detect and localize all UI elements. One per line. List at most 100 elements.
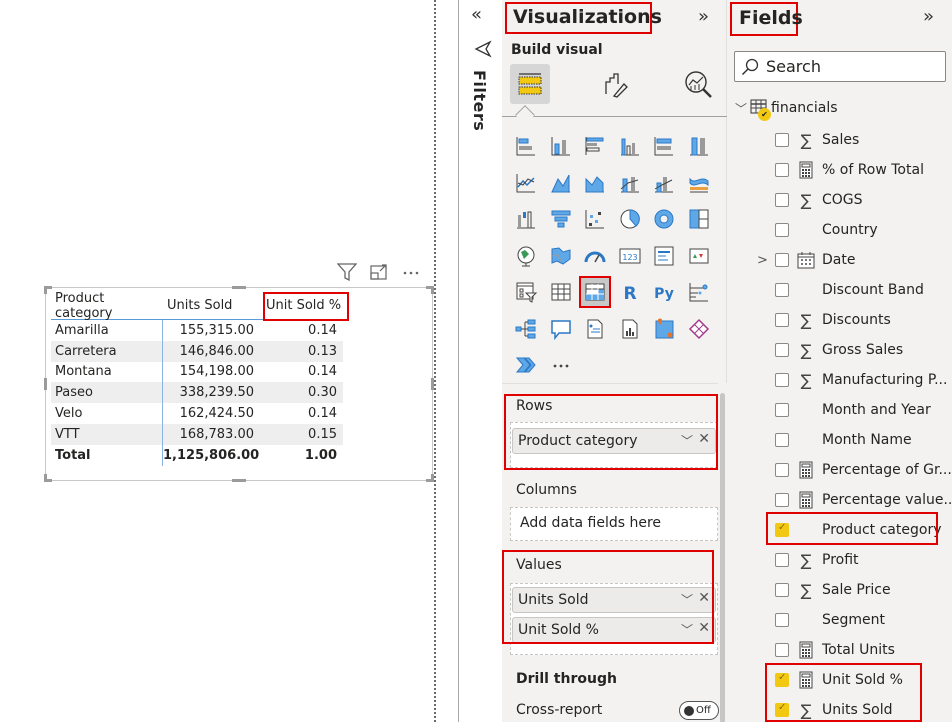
field-checkbox[interactable]: [775, 702, 789, 717]
field-checkbox[interactable]: [775, 313, 789, 327]
funnel-chart-icon[interactable]: [546, 204, 576, 234]
filled-map-icon[interactable]: [546, 241, 576, 271]
field-checkbox[interactable]: [775, 283, 789, 297]
filters-pane-collapsed[interactable]: « Filters: [460, 0, 502, 722]
filter-icon[interactable]: [336, 262, 358, 282]
more-options-icon[interactable]: [400, 262, 422, 282]
field-item[interactable]: ∑ Units Sold: [727, 695, 952, 722]
field-checkbox[interactable]: [775, 433, 789, 447]
field-item[interactable]: Month and Year: [727, 395, 952, 425]
column-header-units-sold[interactable]: Units Sold: [163, 298, 258, 313]
power-automate-icon[interactable]: [511, 350, 541, 380]
donut-chart-icon[interactable]: [649, 204, 679, 234]
field-checkbox[interactable]: [775, 643, 789, 657]
resize-handle[interactable]: [44, 378, 47, 390]
field-checkbox[interactable]: [775, 463, 789, 477]
100pct-stacked-column-chart-icon[interactable]: [684, 131, 714, 161]
filters-label[interactable]: Filters: [470, 70, 489, 131]
field-checkbox[interactable]: [775, 223, 789, 237]
line-and-clustered-column-chart-icon[interactable]: [649, 168, 679, 198]
smart-narrative-icon[interactable]: [580, 314, 610, 344]
chevron-down-icon[interactable]: ﹀: [681, 432, 693, 449]
slicer-icon[interactable]: [511, 277, 541, 307]
field-item[interactable]: ∑ Gross Sales: [727, 335, 952, 365]
python-visual-icon[interactable]: Py: [649, 277, 679, 307]
field-item[interactable]: > Date: [727, 245, 952, 275]
field-checkbox[interactable]: [775, 613, 789, 627]
remove-field-icon[interactable]: ✕: [698, 620, 710, 636]
table-row[interactable]: Montana 154,198.00 0.14: [51, 361, 343, 383]
paginated-report-icon[interactable]: [615, 314, 645, 344]
field-checkbox[interactable]: [775, 493, 789, 507]
format-visual-tab[interactable]: [596, 64, 636, 104]
clustered-bar-chart-icon[interactable]: [580, 131, 610, 161]
column-header-product-category[interactable]: Product category: [51, 291, 163, 321]
field-checkbox[interactable]: [775, 583, 789, 597]
field-item[interactable]: ∑ Sales: [727, 125, 952, 155]
field-item[interactable]: ∑ Discounts: [727, 305, 952, 335]
field-item[interactable]: Percentage value...: [727, 485, 952, 515]
report-canvas[interactable]: Product category Units Sold Unit Sold % …: [0, 0, 435, 722]
field-checkbox[interactable]: [775, 403, 789, 417]
scatter-chart-icon[interactable]: [580, 204, 610, 234]
focus-mode-icon[interactable]: [368, 262, 390, 282]
remove-field-icon[interactable]: ✕: [698, 431, 710, 447]
table-row[interactable]: Carretera 146,846.00 0.13: [51, 340, 343, 362]
stacked-bar-chart-icon[interactable]: [511, 131, 541, 161]
column-header-unit-sold-pct[interactable]: Unit Sold %: [258, 298, 343, 313]
resize-handle[interactable]: [44, 474, 47, 482]
table-row[interactable]: VTT 168,783.00 0.15: [51, 423, 343, 445]
field-item[interactable]: ∑ Sale Price: [727, 575, 952, 605]
power-apps-icon[interactable]: [684, 314, 714, 344]
chevron-down-icon[interactable]: ﹀: [735, 100, 747, 117]
field-item[interactable]: Product category: [727, 515, 952, 545]
field-checkbox[interactable]: [775, 163, 789, 177]
collapse-visualizations-icon[interactable]: »: [698, 6, 709, 27]
resize-handle[interactable]: [44, 286, 47, 294]
resize-handle[interactable]: [232, 286, 246, 289]
field-item[interactable]: ∑ Profit: [727, 545, 952, 575]
field-checkbox[interactable]: [775, 553, 789, 567]
resize-handle[interactable]: [232, 479, 246, 482]
rows-field-pill[interactable]: Product category ﹀ ✕: [512, 428, 716, 454]
table-node-financials[interactable]: ﹀ ✔ financials: [735, 99, 838, 121]
treemap-icon[interactable]: [684, 204, 714, 234]
100pct-stacked-bar-chart-icon[interactable]: [649, 131, 679, 161]
remove-field-icon[interactable]: ✕: [698, 590, 710, 606]
table-row[interactable]: Velo 162,424.50 0.14: [51, 403, 343, 424]
cross-report-toggle[interactable]: Off: [679, 701, 719, 720]
r-script-visual-icon[interactable]: R: [615, 277, 645, 307]
field-item[interactable]: Month Name: [727, 425, 952, 455]
field-item[interactable]: Total Units: [727, 635, 952, 665]
field-checkbox[interactable]: [775, 672, 789, 687]
field-item[interactable]: Percentage of Gr...: [727, 455, 952, 485]
line-and-stacked-column-chart-icon[interactable]: [615, 168, 645, 198]
stacked-area-chart-icon[interactable]: [580, 168, 610, 198]
values-field-pill[interactable]: Unit Sold % ﹀ ✕: [512, 617, 716, 643]
matrix-icon[interactable]: [579, 276, 611, 308]
kpi-icon[interactable]: [684, 241, 714, 271]
ribbon-chart-icon[interactable]: [684, 168, 714, 198]
field-checkbox[interactable]: [775, 522, 789, 537]
field-item[interactable]: ∑ Manufacturing P...: [727, 365, 952, 395]
collapse-fields-icon[interactable]: »: [923, 6, 934, 27]
table-icon[interactable]: [546, 277, 576, 307]
line-chart-icon[interactable]: [511, 168, 541, 198]
stacked-column-chart-icon[interactable]: [546, 131, 576, 161]
table-row[interactable]: Paseo 338,239.50 0.30: [51, 382, 343, 404]
field-checkbox[interactable]: [775, 133, 789, 147]
build-visual-tab[interactable]: [510, 64, 550, 104]
card-icon[interactable]: 123: [615, 241, 645, 271]
field-item[interactable]: Discount Band: [727, 275, 952, 305]
pie-chart-icon[interactable]: [615, 204, 645, 234]
q-and-a-icon[interactable]: [546, 314, 576, 344]
waterfall-chart-icon[interactable]: [511, 204, 541, 234]
decomposition-tree-icon[interactable]: [511, 314, 541, 344]
fields-search-box[interactable]: [734, 51, 946, 82]
table-row[interactable]: Amarilla 155,315.00 0.14: [51, 320, 343, 341]
collapse-pane-icon[interactable]: «: [471, 4, 482, 25]
scrollbar-thumb[interactable]: [720, 393, 725, 722]
more-visuals-icon[interactable]: [546, 350, 576, 380]
map-icon[interactable]: [511, 241, 541, 271]
matrix-visual[interactable]: Product category Units Sold Unit Sold % …: [44, 286, 434, 482]
